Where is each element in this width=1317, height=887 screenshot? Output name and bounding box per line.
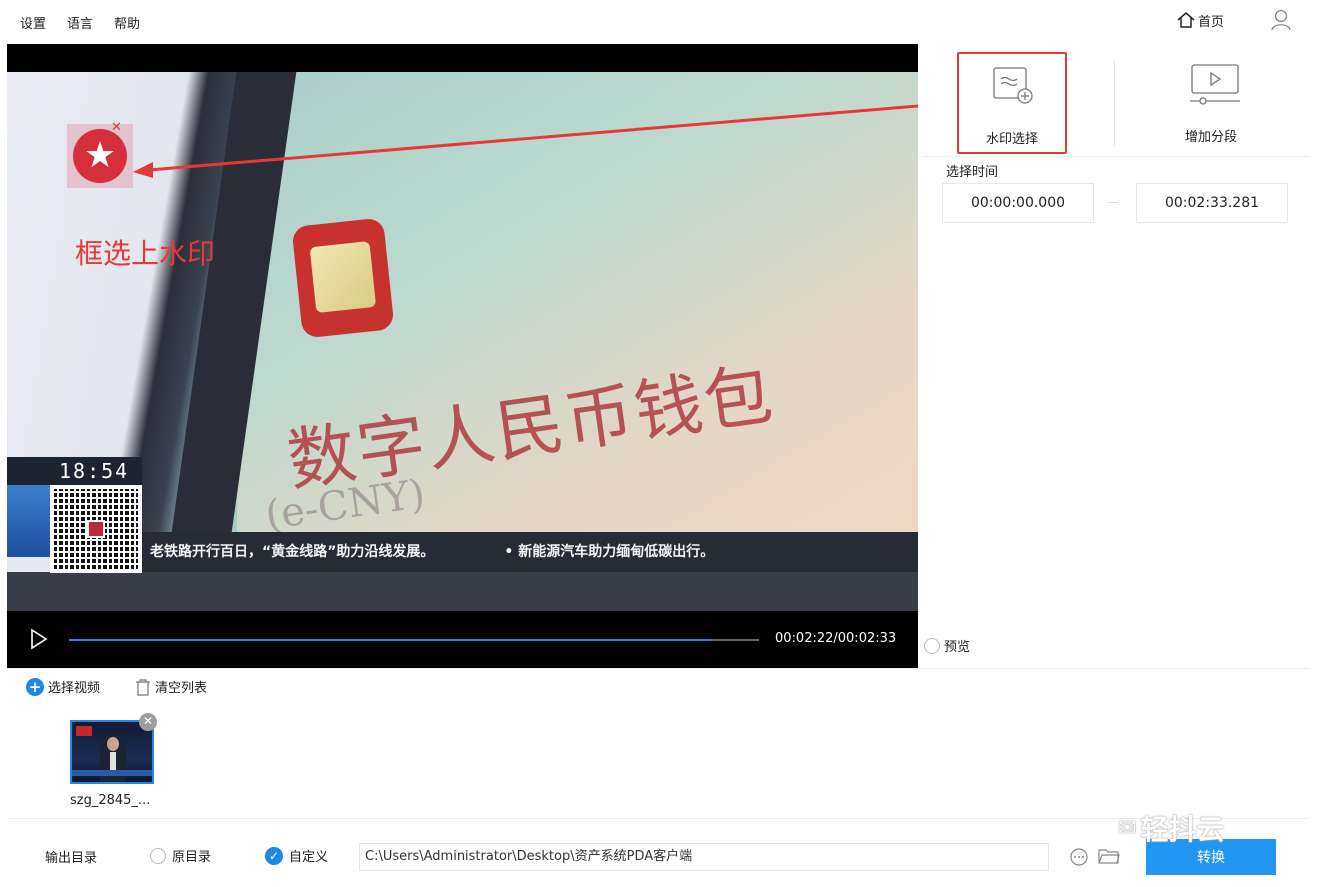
watermark-selection-box[interactable]: ★ [67, 124, 133, 188]
video-time: 00:02:22/00:02:33 [775, 631, 897, 646]
news-ticker: 老铁路开行百日，“黄金线路”助力沿线发展。 • 新能源汽车助力缅甸低碳出行。 [142, 532, 918, 572]
custom-dir-option[interactable]: ✓ 自定义 [265, 846, 328, 865]
preview-radio[interactable] [924, 637, 940, 654]
start-time-field[interactable]: 00:00:00.000 [942, 183, 1094, 223]
original-dir-label: 原目录 [172, 850, 212, 865]
clear-list-label: 清空列表 [155, 681, 208, 696]
user-icon[interactable] [1270, 8, 1292, 32]
ticker-text-2: • 新能源汽车助力缅甸低碳出行。 [504, 544, 715, 560]
output-dir-label: 输出目录 [45, 851, 98, 866]
clear-list-button[interactable]: 清空列表 [135, 677, 207, 696]
remove-video-icon[interactable]: ✕ [139, 713, 157, 731]
output-divider [7, 818, 1310, 819]
ticker-text-1: 老铁路开行百日，“黄金线路”助力沿线发展。 [150, 544, 435, 560]
video-frame: 数字人民币钱包 (e-CNY) ★ ✕ 框选上水印 18:54 老铁路开行百日，… [7, 72, 918, 627]
play-icon[interactable] [29, 628, 49, 650]
home-icon [1177, 12, 1195, 28]
select-time-label: 选择时间 [946, 165, 999, 180]
watermark-close-icon[interactable]: ✕ [111, 120, 122, 135]
more-options-icon[interactable] [1070, 848, 1088, 866]
list-divider [7, 668, 1310, 669]
qr-code [50, 485, 142, 573]
video-segment-icon [1190, 64, 1240, 105]
video-player[interactable]: 数字人民币钱包 (e-CNY) ★ ✕ 框选上水印 18:54 老铁路开行百日，… [7, 44, 918, 668]
video-file-name: szg_2845_... [70, 793, 151, 808]
home-button[interactable]: 首页 [1176, 10, 1224, 30]
progress-fill [69, 639, 711, 641]
annotation-text: 框选上水印 [75, 237, 216, 270]
time-separator [1108, 202, 1118, 203]
tv-logo [7, 485, 53, 557]
select-video-label: 选择视频 [48, 681, 101, 696]
panel-divider [922, 156, 1310, 157]
add-icon: + [26, 677, 44, 696]
checkmark-icon[interactable]: ✓ [265, 846, 283, 865]
wechat-icon: ✉ [1118, 815, 1137, 841]
wallet-app-icon [291, 217, 395, 339]
menu-help[interactable]: 帮助 [114, 13, 140, 32]
preview-label: 预览 [944, 640, 971, 655]
tool-divider [1114, 60, 1115, 146]
select-video-button[interactable]: + 选择视频 [26, 677, 100, 696]
folder-icon[interactable] [1098, 847, 1120, 865]
menu-settings[interactable]: 设置 [20, 13, 46, 32]
watermark-select-button[interactable]: 水印选择 [957, 52, 1067, 154]
end-time-field[interactable]: 00:02:33.281 [1136, 183, 1288, 223]
player-controls: 00:02:22/00:02:33 [7, 611, 918, 668]
menu-bar: 设置 语言 帮助 首页 [0, 0, 1317, 44]
progress-track[interactable] [69, 639, 759, 641]
trash-icon [136, 678, 150, 696]
home-label: 首页 [1198, 14, 1225, 30]
watermark-select-label: 水印选择 [985, 132, 1038, 147]
menu-language[interactable]: 语言 [67, 13, 93, 32]
original-dir-radio[interactable] [150, 847, 166, 864]
original-dir-option[interactable]: 原目录 [150, 846, 211, 865]
brand-watermark: ✉ 轻抖云 [1118, 808, 1224, 848]
brand-text: 轻抖云 [1140, 813, 1225, 846]
custom-dir-label: 自定义 [289, 850, 329, 865]
add-segment-label: 增加分段 [1184, 130, 1237, 145]
preview-toggle[interactable]: 预览 [924, 636, 970, 655]
tv-clock: 18:54 [7, 457, 142, 485]
star-logo-icon: ★ [73, 129, 127, 183]
output-path-field[interactable]: C:\Users\Administrator\Desktop\资产系统PDA客户… [359, 843, 1049, 871]
add-segment-button[interactable]: 增加分段 [1156, 52, 1266, 154]
video-thumbnail[interactable] [70, 720, 154, 784]
watermark-icon [993, 67, 1033, 104]
